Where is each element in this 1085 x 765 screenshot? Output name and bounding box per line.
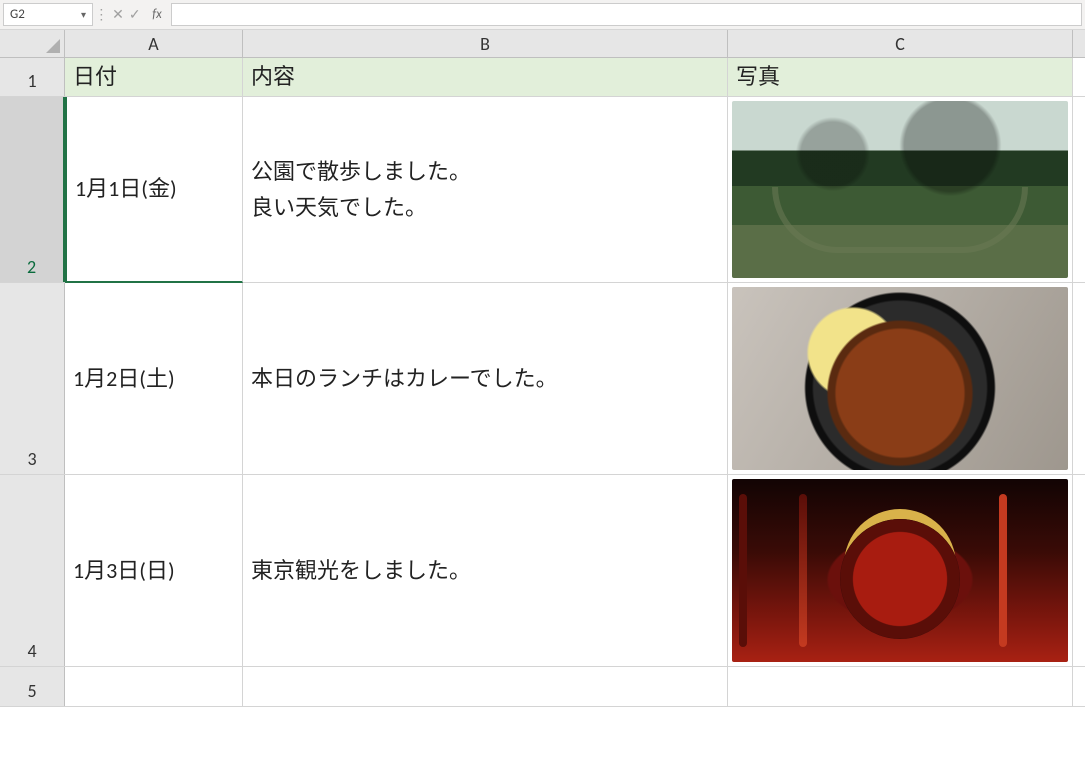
cell-C2[interactable] xyxy=(728,97,1073,282)
col-header-A[interactable]: A xyxy=(65,30,243,57)
row-2: 2 1月1日(金) 公園で散歩しました。 良い天気でした。 xyxy=(0,97,1085,283)
cell-B4[interactable]: 東京観光をしました。 xyxy=(243,475,728,666)
cancel-formula-icon[interactable]: ✕ xyxy=(110,6,127,23)
name-box-value: G2 xyxy=(10,7,25,22)
row-header-3[interactable]: 3 xyxy=(0,283,65,474)
select-all-triangle[interactable] xyxy=(0,30,65,57)
cell-A2[interactable]: 1月1日(金) xyxy=(65,97,243,283)
column-headers: A B C xyxy=(0,30,1085,58)
name-box[interactable]: G2 ▾ xyxy=(3,3,93,26)
row-3: 3 1月2日(土) 本日のランチはカレーでした。 xyxy=(0,283,1085,475)
photo-park xyxy=(732,101,1068,278)
cell-C4[interactable] xyxy=(728,475,1073,666)
row-header-1[interactable]: 1 xyxy=(0,58,65,96)
row-1: 1 日付 内容 写真 xyxy=(0,58,1085,97)
cell-A3[interactable]: 1月2日(土) xyxy=(65,283,243,474)
cell-C1[interactable]: 写真 xyxy=(728,58,1073,96)
row-5: 5 xyxy=(0,667,1085,707)
photo-lantern xyxy=(732,479,1068,662)
fx-icon[interactable]: fx xyxy=(143,0,171,29)
rows: 1 日付 内容 写真 2 1月1日(金) 公園で散歩しました。 良い天気でした。… xyxy=(0,58,1085,707)
row-header-4[interactable]: 4 xyxy=(0,475,65,666)
cell-B5[interactable] xyxy=(243,667,728,706)
photo-curry xyxy=(732,287,1068,470)
formula-input[interactable] xyxy=(171,3,1082,26)
col-header-C[interactable]: C xyxy=(728,30,1073,57)
cell-A4[interactable]: 1月3日(日) xyxy=(65,475,243,666)
cell-B2[interactable]: 公園で散歩しました。 良い天気でした。 xyxy=(243,97,728,282)
cell-A5[interactable] xyxy=(65,667,243,706)
cell-B1[interactable]: 内容 xyxy=(243,58,728,96)
row-header-2[interactable]: 2 xyxy=(0,97,65,282)
row-4: 4 1月3日(日) 東京観光をしました。 xyxy=(0,475,1085,667)
cell-B3[interactable]: 本日のランチはカレーでした。 xyxy=(243,283,728,474)
cell-C3[interactable] xyxy=(728,283,1073,474)
formula-bar-buttons: ⋮ ✕ ✓ xyxy=(93,0,143,29)
formula-divider-icon: ⋮ xyxy=(93,6,110,23)
row-header-5[interactable]: 5 xyxy=(0,667,65,706)
cell-C5[interactable] xyxy=(728,667,1073,706)
col-header-B[interactable]: B xyxy=(243,30,728,57)
name-box-dropdown-icon[interactable]: ▾ xyxy=(81,8,86,21)
accept-formula-icon[interactable]: ✓ xyxy=(126,6,143,23)
cell-A1[interactable]: 日付 xyxy=(65,58,243,96)
formula-bar: G2 ▾ ⋮ ✕ ✓ fx xyxy=(0,0,1085,30)
spreadsheet-grid: A B C 1 日付 内容 写真 2 1月1日(金) 公園で散歩しました。 良い… xyxy=(0,30,1085,765)
